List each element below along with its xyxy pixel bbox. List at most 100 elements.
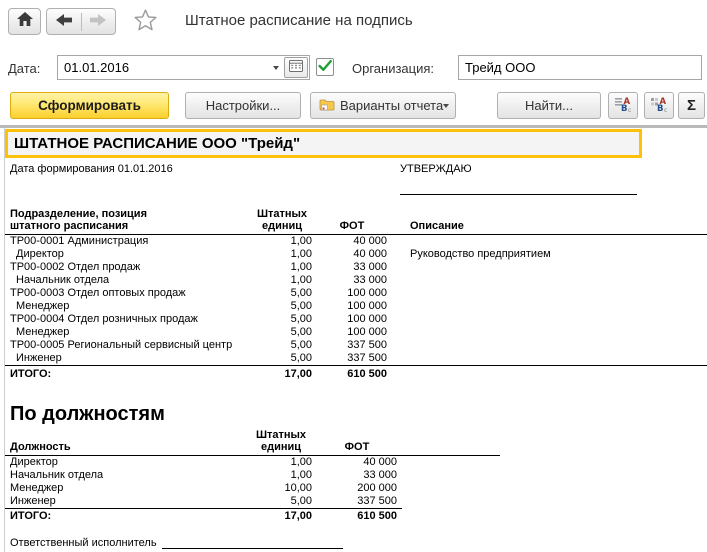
cell-units: 1,00 [252,274,312,287]
report-variants-button[interactable]: Варианты отчета [310,92,456,119]
svg-text:B: B [621,104,627,113]
total-units: 17,00 [252,366,312,381]
staffing-table: Подразделение, позиция штатного расписан… [5,208,707,381]
col-header-description: Описание [392,208,707,235]
svg-text:B: B [657,104,663,113]
responsible-label: Ответственный исполнитель [10,537,157,549]
staffing-table-header: Подразделение, позиция штатного расписан… [5,208,707,235]
cell-fot: 40 000 [312,248,392,261]
cell-fot: 40 000 [312,235,392,249]
cell-units: 1,00 [252,261,312,274]
cell-units: 5,00 [252,352,312,366]
positions-table-row: Начальник отдела 1,00 33 000 [5,469,500,482]
cell-department: ТР00-0002 Отдел продаж [5,261,252,274]
calendar-button[interactable] [284,57,308,78]
cell-fot: 100 000 [312,287,392,300]
responsible-signature-line [162,538,343,549]
settings-button[interactable]: Настройки... [185,92,301,119]
cell-department: ТР00-0005 Региональный сервисный центр [5,339,252,352]
cell-units: 5,00 [252,339,312,352]
cell-units: 1,00 [252,248,312,261]
cell-fot: 200 000 [312,482,402,495]
date-dropdown-button[interactable] [268,66,284,70]
find-button[interactable]: Найти... [497,92,601,119]
cell-units: 5,00 [252,313,312,326]
col-header-units: Штатных единиц [252,208,312,235]
report-variants-label: Варианты отчета [340,98,443,113]
arrow-left-icon [56,13,72,31]
cell-position: Менеджер [5,482,250,495]
cell-description [392,326,707,339]
col-header-fot: ФОТ [312,208,392,235]
star-outline-icon [134,9,157,36]
expand-groups-button[interactable]: A B c [608,92,638,119]
cell-units: 1,00 [250,455,312,469]
green-checkmark-icon [318,60,332,72]
expand-groups-abc-icon: A B c [614,95,633,116]
chevron-down-icon [443,104,449,108]
positions-table-row: Директор 1,00 40 000 [5,455,500,469]
report-folder-icon [319,98,335,114]
report-spreadsheet: ШТАТНОЕ РАСПИСАНИЕ ООО "Трейд" Дата форм… [0,125,707,552]
cell-fot: 337 500 [312,495,402,509]
cell-units: 1,00 [252,235,312,249]
cell-units: 5,00 [252,287,312,300]
forward-button[interactable] [81,13,116,31]
cell-description [392,339,707,352]
cell-description: Руководство предприятием [392,248,707,261]
date-input[interactable]: 01.01.2016 [57,55,310,80]
cell-position: Инженер [5,495,250,509]
organization-input[interactable]: Трейд ООО [458,55,702,80]
report-title-cell-selected[interactable]: ШТАТНОЕ РАСПИСАНИЕ ООО "Трейд" [5,129,642,158]
date-label: Дата: [8,61,40,76]
cell-department: ТР00-0004 Отдел розничных продаж [5,313,252,326]
cell-description [392,287,707,300]
staffing-table-row: Менеджер 5,00 100 000 [5,300,707,313]
col-header-department: Подразделение, позиция штатного расписан… [5,208,252,235]
cell-description [392,352,707,366]
cell-description [392,235,707,249]
back-button[interactable] [47,13,81,31]
staffing-table-row: ТР00-0002 Отдел продаж 1,00 33 000 [5,261,707,274]
positions-table-header: Должность Штатных единиц ФОТ [5,429,500,456]
favorite-button[interactable] [133,10,157,34]
organization-label: Организация: [352,61,434,76]
cell-units: 5,00 [252,300,312,313]
cell-fot: 33 000 [312,261,392,274]
staffing-table-row: Директор 1,00 40 000 Руководство предпри… [5,248,707,261]
cell-department: Менеджер [5,300,252,313]
total-label: ИТОГО: [5,508,250,523]
cell-fot: 40 000 [312,455,402,469]
cell-department: ТР00-0003 Отдел оптовых продаж [5,287,252,300]
formation-date-text: Дата формирования 01.01.2016 [10,163,173,175]
staffing-table-row: ТР00-0004 Отдел розничных продаж 5,00 10… [5,313,707,326]
cell-units: 5,00 [252,326,312,339]
staffing-table-total-row: ИТОГО: 17,00 610 500 [5,366,707,381]
staffing-table-row: ТР00-0001 Администрация 1,00 40 000 [5,235,707,249]
date-value: 01.01.2016 [64,60,129,75]
col-header-position: Должность [5,429,250,456]
svg-text:c: c [628,107,631,113]
cell-department: Начальник отдела [5,274,252,287]
positions-section-title: По должностям [5,403,707,426]
sum-sigma-button[interactable]: Σ [678,92,705,119]
cell-position: Директор [5,455,250,469]
total-label: ИТОГО: [5,366,252,381]
chevron-down-icon [273,66,279,70]
cell-fot: 337 500 [312,339,392,352]
cell-units: 5,00 [250,495,312,509]
cell-department: Инженер [5,352,252,366]
cell-description [392,274,707,287]
svg-text:c: c [664,107,667,113]
collapse-groups-button[interactable]: A B c [644,92,674,119]
organization-value: Трейд ООО [465,60,535,75]
staffing-table-row: Менеджер 5,00 100 000 [5,326,707,339]
org-checkbox[interactable] [316,58,334,76]
total-fot: 610 500 [312,366,392,381]
cell-fot: 100 000 [312,313,392,326]
arrow-right-icon [90,13,106,31]
generate-button[interactable]: Сформировать [10,92,169,119]
staffing-table-row: ТР00-0003 Отдел оптовых продаж 5,00 100 … [5,287,707,300]
home-button[interactable] [8,8,41,35]
cell-units: 1,00 [250,469,312,482]
